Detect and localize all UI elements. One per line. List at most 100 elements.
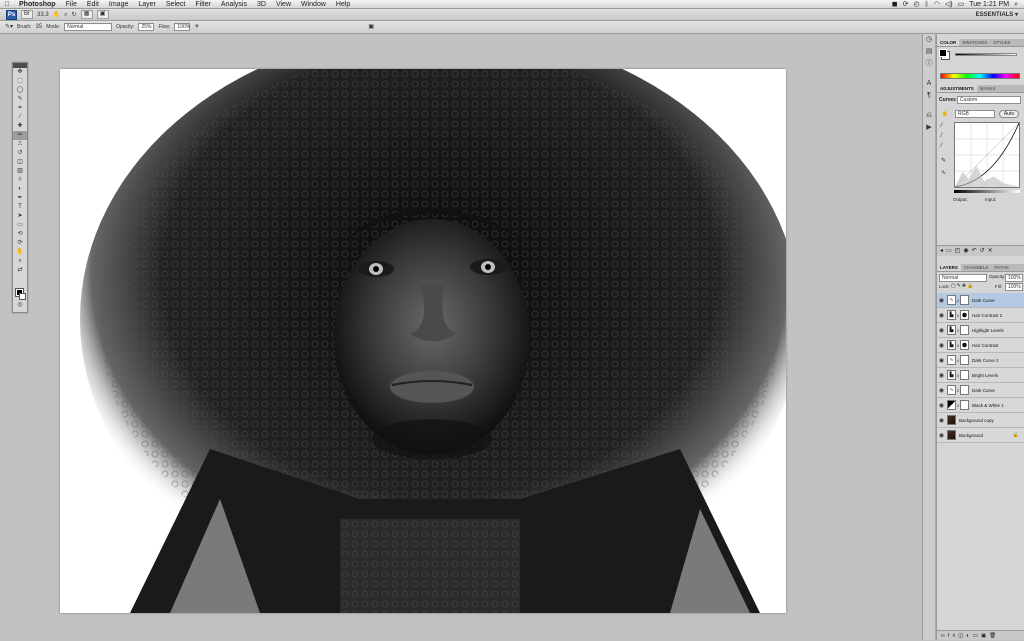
layer-name[interactable]: Highlight Levels: [972, 328, 1004, 333]
gray-point-eyedropper-icon[interactable]: ⁄: [941, 133, 942, 139]
layer-mask-thumbnail[interactable]: [960, 385, 969, 395]
layer-name[interactable]: Background copy: [959, 418, 994, 423]
fill-field[interactable]: 100%: [1005, 283, 1023, 291]
clone-stamp-tool-icon[interactable]: ⎍: [13, 140, 27, 149]
layer-name[interactable]: Dark Curve: [972, 388, 995, 393]
visibility-toggle-icon[interactable]: ◉: [963, 248, 971, 254]
layer-mask-thumbnail[interactable]: [960, 295, 969, 305]
link-layers-icon[interactable]: ∞: [941, 633, 948, 639]
eye-icon[interactable]: ◉: [937, 357, 946, 364]
eraser-tool-icon[interactable]: ◫: [13, 158, 27, 167]
tab-masks[interactable]: MASKS: [977, 85, 999, 92]
menu-window[interactable]: Window: [296, 0, 331, 9]
3d-rotate-tool-icon[interactable]: ⟲: [13, 230, 27, 239]
mode-select[interactable]: Normal: [64, 23, 113, 31]
layer-opacity-field[interactable]: 100%: [1005, 274, 1023, 282]
navigator-panel-icon[interactable]: ▤: [923, 46, 935, 58]
layer-mask-thumbnail[interactable]: [960, 355, 969, 365]
flow-field[interactable]: 100%: [174, 23, 191, 31]
tab-adjustments[interactable]: ADJUSTMENTS: [937, 85, 977, 92]
volume-icon[interactable]: ◁): [945, 0, 953, 9]
tab-layers[interactable]: LAYERS: [937, 264, 961, 271]
history-panel-icon[interactable]: ◷: [923, 34, 935, 46]
tab-paths[interactable]: PATHS: [991, 264, 1011, 271]
color-slider[interactable]: [955, 53, 1017, 56]
actions-panel-icon[interactable]: ▶: [923, 122, 935, 134]
battery-icon[interactable]: ▭: [958, 0, 965, 9]
clone-source-panel-icon[interactable]: ⎌: [923, 110, 935, 122]
blur-tool-icon[interactable]: ◊: [13, 176, 27, 185]
eye-icon[interactable]: ◉: [937, 372, 946, 379]
gradient-tool-icon[interactable]: ▥: [13, 167, 27, 176]
time-machine-icon[interactable]: ◴: [913, 0, 919, 9]
layer-name[interactable]: Hair Contrast: [972, 343, 999, 348]
spotlight-icon[interactable]: ⌕: [1014, 0, 1018, 9]
menu-analysis[interactable]: Analysis: [216, 0, 252, 9]
blend-mode-select[interactable]: Normal: [939, 274, 987, 282]
delete-adjustment-icon[interactable]: ✕: [988, 248, 996, 254]
default-colors-icon[interactable]: ⇄: [13, 266, 27, 275]
menu-view[interactable]: View: [271, 0, 296, 9]
color-spectrum[interactable]: [940, 73, 1020, 79]
reset-icon[interactable]: ↺: [980, 248, 988, 254]
tablet-pressure-icon[interactable]: ▣: [368, 22, 374, 32]
hand-tool-icon[interactable]: ✋: [53, 10, 60, 20]
layer-row-dark-curve-2[interactable]: ◉ ∿ 8 Dark Curve 2: [937, 353, 1024, 368]
path-select-tool-icon[interactable]: ➤: [13, 212, 27, 221]
eye-icon[interactable]: ◉: [937, 432, 946, 439]
tab-styles[interactable]: STYLES: [990, 39, 1013, 46]
quick-mask-icon[interactable]: ◎: [13, 301, 27, 310]
menu-help[interactable]: Help: [331, 0, 355, 9]
tab-channels[interactable]: CHANNELS: [961, 264, 992, 271]
hand-tool-icon[interactable]: ✋: [13, 248, 27, 257]
menu-photoshop[interactable]: Photoshop: [14, 0, 61, 9]
crop-tool-icon[interactable]: ⌗: [13, 104, 27, 113]
expand-view-icon[interactable]: ▭: [946, 248, 955, 254]
layer-row-black-white-1[interactable]: ◉ 8 Black & White 1: [937, 398, 1024, 413]
menu-image[interactable]: Image: [104, 0, 133, 9]
curves-graph[interactable]: [954, 122, 1020, 188]
move-tool-icon[interactable]: ✥: [13, 68, 27, 77]
layer-row-dark-curve[interactable]: ◉ ∿ 8 Dark Curve: [937, 383, 1024, 398]
quick-select-tool-icon[interactable]: ✎: [13, 95, 27, 104]
channel-select[interactable]: RGB: [955, 110, 995, 118]
menu-select[interactable]: Select: [161, 0, 190, 9]
menu-file[interactable]: File: [61, 0, 82, 9]
smooth-curve-icon[interactable]: ∿: [941, 169, 946, 176]
layer-mask-thumbnail[interactable]: [960, 400, 969, 410]
opacity-field[interactable]: 25%: [138, 23, 155, 31]
layer-mask-thumbnail[interactable]: [960, 310, 969, 320]
delete-layer-icon[interactable]: 🗑: [989, 633, 999, 639]
menu-layer[interactable]: Layer: [133, 0, 161, 9]
new-layer-icon[interactable]: ▣: [981, 633, 989, 639]
airbrush-icon[interactable]: ✈: [194, 22, 199, 32]
clock-text[interactable]: Tue 1:21 PM: [969, 0, 1009, 9]
previous-state-icon[interactable]: ↶: [972, 248, 980, 254]
on-image-adjust-icon[interactable]: ☝: [941, 110, 948, 117]
eyedropper-tool-icon[interactable]: ⁄: [13, 113, 27, 122]
layer-name[interactable]: Bright Levels: [972, 373, 998, 378]
layer-row-hair-contrast-2[interactable]: ◉ ▙ 8 Hair Contrast 2: [937, 308, 1024, 323]
pencil-curve-icon[interactable]: ✎: [941, 157, 946, 164]
layer-name[interactable]: Background: [959, 433, 983, 438]
auto-button[interactable]: Auto: [999, 110, 1019, 118]
bridge-button[interactable]: Br: [21, 10, 33, 19]
zoom-tool-icon[interactable]: ⌕: [64, 10, 67, 20]
character-panel-icon[interactable]: A: [923, 78, 935, 90]
marquee-tool-icon[interactable]: ⬚: [13, 77, 27, 86]
brush-tool-preset-icon[interactable]: ✎▾: [5, 22, 13, 32]
tab-swatches[interactable]: SWATCHES: [959, 39, 990, 46]
brush-size[interactable]: 35: [36, 22, 43, 32]
layer-mask-thumbnail[interactable]: [960, 325, 969, 335]
sync-icon[interactable]: ⟳: [903, 0, 909, 9]
apple-menu-icon[interactable]: : [0, 1, 14, 8]
lasso-tool-icon[interactable]: ◯: [13, 86, 27, 95]
layer-row-hair-contrast[interactable]: ◉ ▙ 8 Hair Contrast: [937, 338, 1024, 353]
eye-icon[interactable]: ◉: [937, 387, 946, 394]
bluetooth-icon[interactable]: ᛒ: [925, 0, 929, 9]
menu-edit[interactable]: Edit: [82, 0, 104, 9]
layer-name[interactable]: Dark Curve 2: [972, 358, 999, 363]
eye-icon[interactable]: ◉: [937, 327, 946, 334]
layer-name[interactable]: Hair Contrast 2: [972, 313, 1002, 318]
layer-style-icon[interactable]: fx: [948, 633, 958, 639]
